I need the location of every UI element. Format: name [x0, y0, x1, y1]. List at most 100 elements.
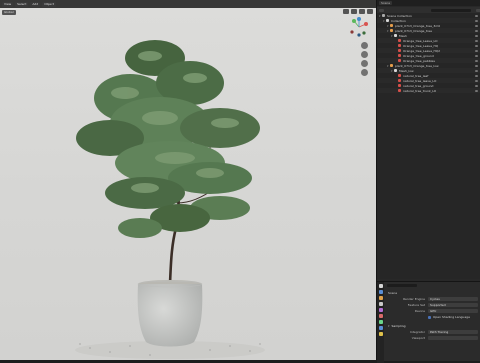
outliner-search-input[interactable]: [431, 8, 471, 12]
properties-tab-icon[interactable]: [378, 308, 383, 312]
integrator-label: Integrator: [409, 330, 425, 334]
coll-icon: [394, 69, 397, 72]
properties-tab-icon[interactable]: [378, 326, 383, 330]
camera-icon[interactable]: [361, 60, 368, 67]
mat-icon: [398, 84, 401, 87]
eye-icon[interactable]: [475, 89, 478, 92]
zoom-icon[interactable]: [361, 42, 368, 49]
outliner-row-label: Orange_tree_pebbles: [403, 58, 435, 63]
shading-solid-button[interactable]: [359, 9, 365, 14]
eye-icon[interactable]: [475, 54, 478, 57]
eye-icon[interactable]: [475, 74, 478, 77]
render-engine-dropdown[interactable]: Cycles: [428, 297, 478, 301]
eye-icon[interactable]: [475, 34, 478, 37]
properties-tab-icon[interactable]: [378, 302, 383, 306]
eye-icon[interactable]: [475, 24, 478, 27]
filter-icon[interactable]: [476, 8, 480, 12]
context-label: Scene: [388, 291, 398, 295]
outliner-tree: ▾ Scene Collection ▾ Collection ▾ plant_0713_…: [377, 13, 480, 93]
properties-header: [385, 282, 480, 288]
eye-icon[interactable]: [475, 44, 478, 47]
outliner-row-label: Orange_tree_ground: [403, 53, 434, 58]
eye-icon[interactable]: [475, 14, 478, 17]
right-panels: Scene ▾ Scene Collection ▾ Collection ▾ plant…: [376, 0, 480, 363]
osl-row: Open Shading Language: [385, 314, 480, 320]
eye-icon[interactable]: [475, 64, 478, 67]
mesh-icon: [390, 64, 393, 67]
transform-orientation-dropdown[interactable]: Global: [2, 9, 16, 15]
properties-tab-icon[interactable]: [378, 296, 383, 300]
select-menu[interactable]: Select: [15, 1, 29, 7]
properties-search-input[interactable]: [387, 283, 417, 287]
properties-tab-icon[interactable]: [378, 314, 383, 318]
properties-tab-icon[interactable]: [378, 290, 383, 294]
outliner-row[interactable]: natural_tree_trunk_LO: [377, 88, 480, 93]
shading-buttons: [343, 9, 373, 14]
eye-icon[interactable]: [475, 69, 478, 72]
viewport-samples-field[interactable]: [428, 336, 478, 340]
outliner-row-label: natural_tree_ground: [403, 83, 434, 88]
outliner-row-label: plant_0713_Orange_tree: [395, 28, 432, 33]
eye-icon[interactable]: [475, 59, 478, 62]
outliner-row-label: Orange_tree_Leave_HQ2: [403, 48, 441, 53]
scene-topbar: Scene: [377, 0, 480, 6]
mat-icon: [398, 39, 401, 42]
feature-set-label: Feature Set: [407, 303, 425, 307]
eye-icon[interactable]: [475, 84, 478, 87]
view-menu[interactable]: View: [2, 1, 14, 7]
integrator-dropdown[interactable]: Path Tracing: [428, 330, 478, 334]
gizmo-z-axis: [357, 17, 361, 21]
outliner-row-label: Mesh: [399, 33, 407, 38]
outliner-row-label: plant_0713_Orange_tree_3m0: [395, 23, 441, 28]
feature-set-dropdown[interactable]: Supported: [428, 303, 478, 307]
properties-editor: Scene Render Engine Cycles Feature Set S…: [377, 281, 480, 363]
eye-icon[interactable]: [475, 39, 478, 42]
object-menu[interactable]: Object: [42, 1, 56, 7]
coll-icon: [386, 19, 389, 22]
render-engine-label: Render Engine: [403, 297, 425, 301]
viewport-samples-label: Viewport: [411, 336, 425, 340]
sampling-label: Sampling: [391, 324, 406, 328]
eye-icon[interactable]: [475, 49, 478, 52]
outliner-row-label: Orange_tree_Leave_HQ: [403, 43, 439, 48]
grid-icon[interactable]: [361, 69, 368, 76]
outliner-row-label: plant_0713_Orange_tree_low: [395, 63, 439, 68]
outliner[interactable]: ▾ Scene Collection ▾ Collection ▾ plant_0713_…: [377, 7, 480, 279]
eye-icon[interactable]: [475, 29, 478, 32]
mat-icon: [398, 49, 401, 52]
eye-icon[interactable]: [475, 19, 478, 22]
viewport-subheader: Global: [0, 8, 376, 16]
xray-button[interactable]: [351, 9, 357, 14]
scene-icon: [382, 14, 385, 17]
properties-tab-icon[interactable]: [378, 320, 383, 324]
viewport-nav-buttons: [361, 42, 368, 76]
osl-checkbox[interactable]: [428, 315, 431, 319]
navigation-gizmo[interactable]: [348, 16, 370, 38]
3d-viewport[interactable]: View Select Add Object Global: [0, 0, 376, 360]
osl-label: Open Shading Language: [433, 315, 470, 319]
scene-selector[interactable]: Scene: [379, 1, 393, 5]
chevron-down-icon: ▾: [388, 324, 390, 328]
properties-tab-icon[interactable]: [378, 332, 383, 336]
potted-tree-model[interactable]: [50, 28, 280, 360]
mesh-icon: [390, 29, 393, 32]
eye-icon[interactable]: [475, 79, 478, 82]
display-mode-icon[interactable]: [379, 8, 384, 12]
outliner-row-label: Mesh_low: [399, 68, 414, 73]
viewport-header: View Select Add Object: [0, 0, 376, 8]
mesh-icon: [390, 24, 393, 27]
mat-icon: [398, 54, 401, 57]
shading-rendered-button[interactable]: [367, 9, 373, 14]
add-menu[interactable]: Add: [30, 1, 41, 7]
outliner-row-label: Collection: [391, 18, 406, 23]
properties-tab-icon[interactable]: [378, 284, 383, 288]
overlay-button[interactable]: [343, 9, 349, 14]
gizmo-y-axis: [352, 19, 356, 23]
pan-hand-icon[interactable]: [361, 51, 368, 58]
outliner-row-label: Orange_tree_Leave_LO: [403, 38, 438, 43]
gizmo-x-axis: [364, 22, 368, 26]
outliner-row-label: Scene Collection: [387, 13, 412, 18]
mat-icon: [398, 74, 401, 77]
device-dropdown[interactable]: GPU: [428, 309, 478, 313]
mat-icon: [398, 89, 401, 92]
